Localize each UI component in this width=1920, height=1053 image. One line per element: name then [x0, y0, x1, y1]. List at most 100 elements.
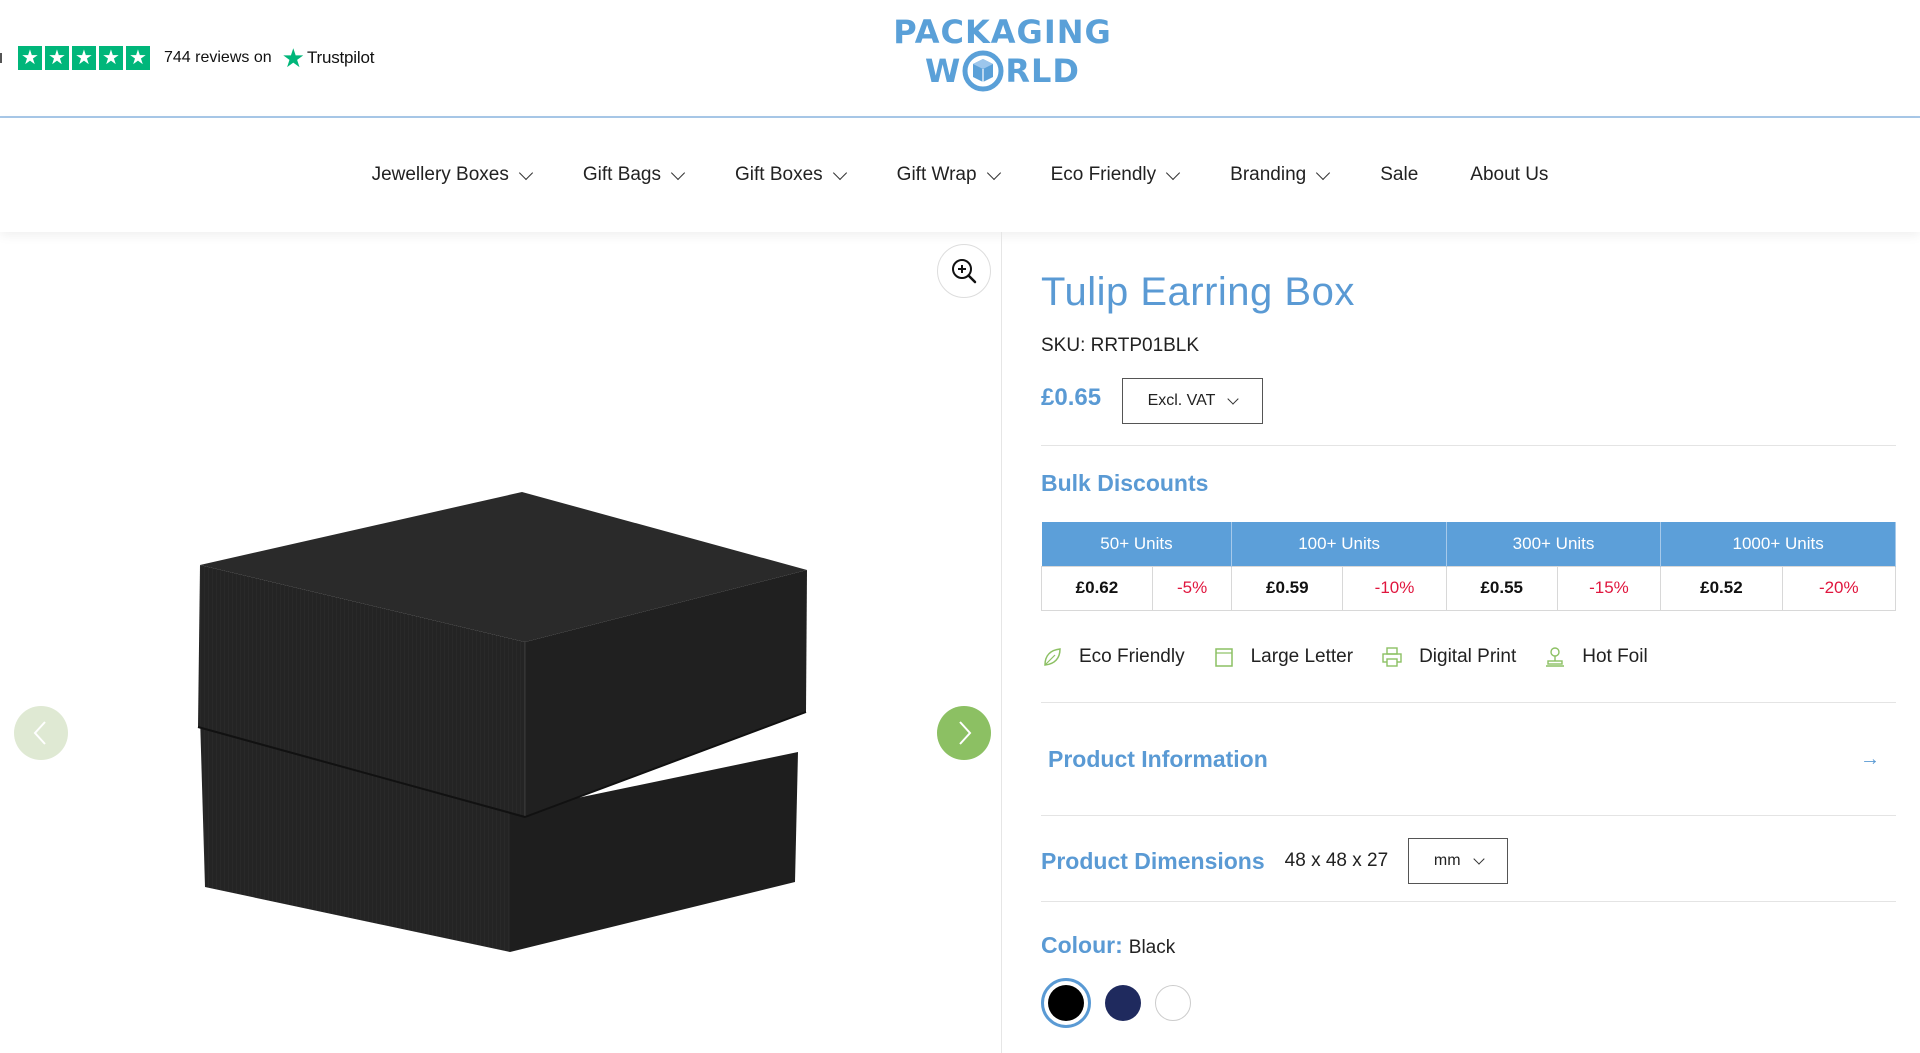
site-logo[interactable]: PACKAGING W RLD	[880, 14, 1125, 94]
feature-large-letter: Large Letter	[1213, 646, 1353, 668]
feature-label: Large Letter	[1250, 646, 1354, 667]
nav-item-label: Sale	[1380, 164, 1419, 185]
nav-item-label: Gift Bags	[582, 164, 662, 185]
bulk-price: £0.52	[1660, 565, 1783, 611]
chevron-down-icon	[986, 165, 1001, 180]
table-header: 300+ Units	[1446, 522, 1662, 566]
nav-item-about-us[interactable]: About Us	[1470, 164, 1548, 186]
nav-item-branding[interactable]: Branding	[1230, 164, 1331, 186]
star-icon: ★	[126, 46, 150, 70]
bulk-discount: -5%	[1151, 565, 1233, 611]
product-information-heading: Product Information	[1048, 745, 1268, 772]
printer-icon	[1382, 647, 1402, 667]
feature-digital-print: Digital Print	[1381, 646, 1516, 668]
trustpilot-widget[interactable]: ★ ★ ★ ★ ★ 744 reviews on ★ Trustpilot	[0, 44, 374, 72]
product-title: Tulip Earring Box	[1041, 270, 1355, 314]
chevron-left-icon	[33, 721, 46, 745]
product-information-toggle[interactable]: Product Information →	[1041, 704, 1896, 814]
product-image	[197, 492, 807, 952]
main-nav: Jewellery Boxes Gift Bags Gift Boxes Gif…	[0, 118, 1920, 232]
zoom-in-icon	[952, 259, 977, 284]
feature-eco-friendly: Eco Friendly	[1041, 646, 1185, 668]
nav-item-gift-boxes[interactable]: Gift Boxes	[735, 164, 847, 186]
gallery-next-button[interactable]	[937, 706, 991, 760]
logo-rld: RLD	[1005, 52, 1080, 90]
unit-select[interactable]: mm	[1408, 838, 1509, 884]
nav-item-label: Eco Friendly	[1050, 164, 1157, 185]
star-icon: ★	[18, 46, 42, 70]
chevron-down-icon	[1472, 852, 1485, 865]
vat-select-value: Excl. VAT	[1147, 392, 1216, 409]
colour-value: Black	[1128, 937, 1176, 958]
nav-item-jewellery-boxes[interactable]: Jewellery Boxes	[371, 164, 533, 186]
zoom-button[interactable]	[937, 244, 991, 298]
table-header: 1000+ Units	[1660, 522, 1896, 566]
star-icon: ★	[45, 46, 69, 70]
vat-select[interactable]: Excl. VAT	[1122, 378, 1263, 424]
divider	[1041, 901, 1896, 902]
chevron-right-icon	[959, 721, 972, 745]
logo-w: W	[925, 52, 962, 90]
table-header: 50+ Units	[1041, 522, 1233, 566]
table-header: 100+ Units	[1231, 522, 1447, 566]
stamp-icon	[1546, 647, 1565, 667]
product-gallery	[0, 232, 1002, 1053]
colour-heading: Colour:	[1041, 932, 1123, 958]
nav-item-label: About Us	[1470, 164, 1549, 185]
colour-row: Colour: Black	[1041, 932, 1175, 959]
product-price: £0.65	[1041, 384, 1102, 411]
globe-box-icon	[962, 50, 1004, 92]
top-bar: ★ ★ ★ ★ ★ 744 reviews on ★ Trustpilot PA…	[0, 0, 1920, 118]
star-icon: ★	[72, 46, 96, 70]
nav-item-gift-bags[interactable]: Gift Bags	[582, 164, 686, 186]
trustpilot-star-icon: ★	[281, 43, 305, 73]
product-dimensions-value: 48 x 48 x 27	[1284, 850, 1389, 871]
nav-item-eco-friendly[interactable]: Eco Friendly	[1050, 164, 1181, 186]
product-dimensions: Product Dimensions 48 x 48 x 27 mm	[1041, 838, 1509, 884]
colour-swatches	[1041, 978, 1191, 1028]
table-row: £0.62 -5% £0.59 -10% £0.55 -15% £0.52 -2…	[1041, 565, 1897, 611]
chevron-down-icon	[1316, 165, 1331, 180]
bulk-discounts-table: 50+ Units 100+ Units 300+ Units 1000+ Un…	[1041, 522, 1897, 611]
swatch-white[interactable]	[1155, 985, 1191, 1021]
trustpilot-stars: ★ ★ ★ ★ ★	[18, 46, 150, 70]
bulk-discount: -20%	[1781, 565, 1897, 611]
arrow-right-icon: →	[1860, 747, 1880, 770]
gallery-prev-button[interactable]	[14, 706, 68, 760]
chevron-down-icon	[1166, 165, 1181, 180]
swatch-black[interactable]	[1041, 978, 1091, 1028]
feature-label: Eco Friendly	[1079, 646, 1185, 667]
divider	[1041, 445, 1896, 446]
nav-item-gift-wrap[interactable]: Gift Wrap	[896, 164, 1001, 186]
divider	[1041, 815, 1896, 816]
trustpilot-brand: Trustpilot	[306, 48, 375, 67]
feature-hot-foil: Hot Foil	[1544, 646, 1648, 668]
product-dimensions-heading: Product Dimensions	[1041, 847, 1265, 874]
bulk-discounts-heading: Bulk Discounts	[1041, 470, 1209, 496]
reviews-count: 744 reviews on	[164, 49, 272, 66]
logo-line2: W RLD	[880, 50, 1125, 92]
chevron-down-icon	[670, 165, 686, 180]
unit-select-value: mm	[1433, 852, 1461, 869]
bulk-price: £0.62	[1041, 565, 1153, 611]
nav-item-label: Gift Wrap	[896, 164, 977, 185]
leaf-icon	[1044, 648, 1061, 666]
bulk-discount: -15%	[1556, 565, 1662, 611]
bulk-discount: -10%	[1342, 565, 1447, 611]
nav-item-label: Jewellery Boxes	[371, 164, 509, 185]
nav-item-label: Gift Boxes	[735, 164, 823, 185]
bulk-price: £0.59	[1231, 565, 1344, 611]
logo-line1: PACKAGING	[893, 13, 1112, 51]
feature-label: Digital Print	[1419, 646, 1517, 667]
swatch-navy[interactable]	[1105, 985, 1141, 1021]
swatch-fill	[1048, 985, 1084, 1021]
table-header-row: 50+ Units 100+ Units 300+ Units 1000+ Un…	[1041, 522, 1896, 566]
feature-label: Hot Foil	[1582, 646, 1648, 667]
trustpilot-edge	[0, 53, 4, 63]
nav-item-sale[interactable]: Sale	[1380, 164, 1418, 186]
feature-list: Eco Friendly Large Letter Digital Print	[1041, 646, 1676, 668]
letter-icon	[1214, 648, 1233, 667]
chevron-down-icon	[832, 165, 847, 180]
product-sku: SKU: RRTP01BLK	[1041, 335, 1200, 356]
chevron-down-icon	[1227, 392, 1240, 405]
